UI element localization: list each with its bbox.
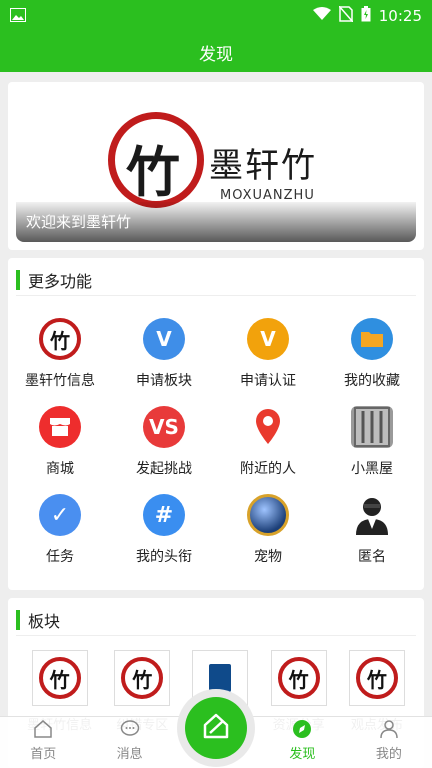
status-bar: 10:25 [0, 0, 432, 32]
post-edit-icon [201, 711, 231, 745]
section-accent-bar [16, 269, 20, 290]
feature-tile[interactable]: # 我的头衔 [112, 486, 216, 574]
feature-label: 商城 [46, 461, 74, 477]
logo-glyph: 竹 [126, 140, 180, 204]
app-bar: 发现 [0, 32, 432, 72]
feature-label: 我的收藏 [344, 373, 400, 389]
post-button-inner [185, 697, 247, 759]
section-title: 更多功能 [28, 271, 93, 291]
moxuanzhu-logo-icon: 竹 [270, 650, 327, 706]
home-icon [33, 719, 53, 739]
v-orange-icon: V [247, 318, 289, 360]
section-accent-bar [16, 609, 20, 630]
post-button[interactable] [177, 689, 255, 767]
moxuanzhu-logo-icon: 竹 [114, 650, 171, 706]
feature-label: 墨轩竹信息 [25, 373, 95, 389]
feature-label: 申请认证 [240, 373, 296, 389]
no-sim-icon [338, 5, 354, 26]
nav-tab[interactable]: 消息 [86, 717, 172, 768]
discover-compass-icon [292, 719, 312, 739]
nav-tab[interactable]: 发现 [259, 717, 345, 768]
nav-label: 我的 [375, 747, 402, 762]
hashtag-icon: # [143, 494, 185, 536]
folder-icon [351, 318, 393, 360]
nav-label: 首页 [30, 747, 57, 762]
message-icon [120, 719, 140, 739]
feature-tile[interactable]: 商城 [8, 398, 112, 486]
v-blue-icon: V [143, 318, 185, 360]
moxuanzhu-logo-icon: 竹 [31, 650, 88, 706]
feature-tile[interactable]: 竹墨轩竹信息 [8, 310, 112, 398]
feature-tile[interactable]: V 申请板块 [112, 310, 216, 398]
icon-glyph: V [156, 327, 172, 351]
feature-label: 任务 [46, 549, 74, 565]
banner-brand-title: 墨轩竹 [209, 146, 317, 186]
icon-glyph: V [260, 327, 276, 351]
feature-tile[interactable]: V 申请认证 [216, 310, 320, 398]
section-header: 更多功能 [16, 264, 416, 296]
nav-label: 发现 [289, 747, 316, 762]
feature-label: 匿名 [358, 549, 386, 565]
gallery-notification-icon [10, 7, 26, 26]
pet-ball-icon [247, 494, 289, 536]
feature-label: 宠物 [254, 549, 282, 565]
clock-time: 10:25 [378, 7, 422, 25]
feature-tile[interactable]: 附近的人 [216, 398, 320, 486]
banner-card: 竹 墨轩竹 MOXUANZHU 欢迎来到墨轩竹 [8, 82, 424, 250]
icon-glyph: # [154, 502, 174, 528]
feature-tile[interactable]: 匿名 [320, 486, 424, 574]
nav-label: 消息 [116, 747, 143, 762]
location-pin-icon [247, 406, 289, 448]
feature-label: 小黑屋 [351, 461, 393, 477]
feature-label: 我的头衔 [136, 549, 192, 565]
feature-tile[interactable]: 小黑屋 [320, 398, 424, 486]
feature-tile[interactable]: VS 发起挑战 [112, 398, 216, 486]
icon-glyph: 竹 [50, 328, 70, 353]
task-check-icon: ✓ [39, 494, 81, 536]
more-features-card: 更多功能 竹墨轩竹信息 V 申请板块 V 申请认证 我的收藏商城 VS 发起挑战 附近的人 小黑屋… [8, 258, 424, 590]
feature-tile[interactable]: ✓ 任务 [8, 486, 112, 574]
nav-tab[interactable]: 我的 [346, 717, 432, 768]
banner-slide[interactable]: 竹 墨轩竹 MOXUANZHU 欢迎来到墨轩竹 [16, 90, 416, 242]
moxuanzhu-logo-icon: 竹 [39, 318, 81, 360]
vs-icon: VS [143, 406, 185, 448]
page-title: 发现 [199, 44, 233, 65]
feature-grid: 竹墨轩竹信息 V 申请板块 V 申请认证 我的收藏商城 VS 发起挑战 附近的人 小黑屋 ✓ 任务 # 我… [8, 310, 424, 574]
section-title: 板块 [28, 611, 61, 631]
section-header: 板块 [16, 604, 416, 636]
wifi-icon [312, 7, 331, 25]
profile-icon [379, 719, 399, 739]
feature-tile[interactable]: 宠物 [216, 486, 320, 574]
feature-label: 申请板块 [136, 373, 192, 389]
banner-brand-subtitle: MOXUANZHU [220, 188, 315, 203]
nav-tab[interactable]: 首页 [0, 717, 86, 768]
shop-icon [39, 406, 81, 448]
battery-charging-icon [361, 6, 371, 26]
banner-caption: 欢迎来到墨轩竹 [26, 213, 132, 231]
icon-glyph: VS [149, 415, 179, 439]
feature-tile[interactable]: 我的收藏 [320, 310, 424, 398]
jail-icon [351, 406, 393, 448]
anonymous-icon [351, 494, 393, 536]
feature-label: 发起挑战 [136, 461, 192, 477]
feature-label: 附近的人 [240, 461, 296, 477]
moxuanzhu-logo-icon: 竹 [348, 650, 405, 706]
icon-glyph: ✓ [50, 502, 70, 528]
